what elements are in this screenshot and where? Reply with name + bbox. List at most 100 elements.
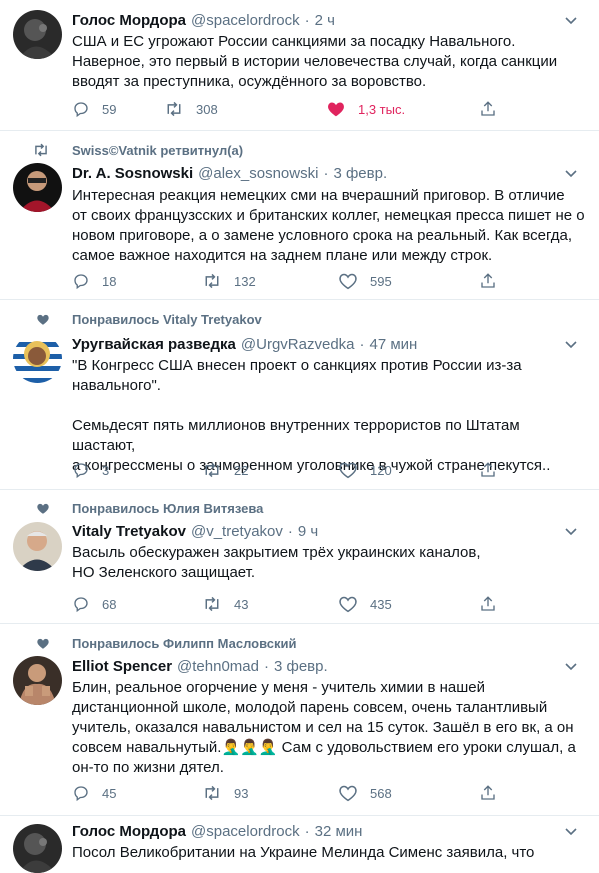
caret-down-icon[interactable] — [561, 656, 581, 676]
share-button[interactable] — [479, 270, 497, 292]
retweet-button[interactable]: 308 — [164, 98, 218, 120]
author-handle[interactable]: @tehn0mad — [177, 658, 259, 675]
retweet-button[interactable]: 93 — [202, 782, 248, 804]
reply-button[interactable]: 3 — [72, 459, 109, 481]
retweet-icon — [205, 596, 219, 612]
retweet-button[interactable]: 22 — [202, 459, 248, 481]
like-count: 568 — [370, 785, 392, 801]
like-button[interactable]: 595 — [338, 270, 392, 292]
avatar[interactable] — [13, 163, 62, 212]
reply-button[interactable]: 45 — [72, 782, 116, 804]
heart-icon — [339, 462, 357, 479]
author-handle[interactable]: @alex_sosnowski — [198, 165, 318, 182]
like-context: Понравилось Юлия Витязева — [28, 498, 263, 518]
like-count: 1,3 тыс. — [358, 101, 406, 117]
tweet-actions: 18 132 595 — [72, 270, 585, 292]
heart-filled-icon — [328, 102, 344, 117]
author-name[interactable]: Голос Мордора — [72, 12, 186, 29]
tweet-actions: 3 22 120 — [72, 459, 585, 481]
reply-button[interactable]: 18 — [72, 270, 116, 292]
context-label[interactable]: Понравилось Vitaly Tretyakov — [72, 312, 262, 327]
separator-dot: · — [263, 657, 269, 675]
retweet-count: 22 — [234, 462, 249, 478]
like-button[interactable]: 1,3 тыс. — [326, 98, 405, 120]
caret-down-icon[interactable] — [561, 521, 581, 541]
tweet-6[interactable]: Голос Мордора @spacelordrock · 32 мин По… — [0, 816, 599, 873]
avatar[interactable] — [13, 656, 62, 705]
context-label[interactable]: Понравилось Юлия Витязева — [72, 501, 263, 516]
tweet-2[interactable]: Swiss©Vatnik ретвитнул(а) Dr. A. Sosnows… — [0, 131, 599, 300]
retweet-context: Swiss©Vatnik ретвитнул(а) — [28, 140, 243, 160]
avatar[interactable] — [13, 10, 62, 59]
avatar[interactable] — [13, 334, 62, 383]
author-handle[interactable]: @spacelordrock — [191, 823, 300, 840]
retweet-button[interactable]: 132 — [202, 270, 256, 292]
reply-count: 59 — [102, 101, 117, 117]
tweet-time[interactable]: 3 февр. — [274, 658, 328, 675]
separator-dot: · — [287, 522, 293, 540]
tweet-time[interactable]: 32 мин — [315, 823, 363, 840]
share-icon — [481, 101, 495, 116]
share-button[interactable] — [479, 593, 497, 615]
context-label[interactable]: Swiss©Vatnik ретвитнул(а) — [72, 143, 243, 158]
tweet-time[interactable]: 9 ч — [298, 523, 318, 540]
caret-down-icon[interactable] — [561, 821, 581, 841]
author-handle[interactable]: @UrgvRazvedka — [241, 336, 355, 353]
tweet-time[interactable]: 47 мин — [370, 336, 418, 353]
tweet-header: Elliot Spencer @tehn0mad · 3 февр. — [72, 656, 569, 676]
share-button[interactable] — [479, 98, 497, 120]
reply-button[interactable]: 59 — [72, 98, 116, 120]
retweet-icon — [167, 101, 181, 117]
heart-icon — [339, 273, 357, 290]
retweet-button[interactable]: 43 — [202, 593, 248, 615]
share-icon — [481, 785, 495, 800]
share-button[interactable] — [479, 782, 497, 804]
author-handle[interactable]: @spacelordrock — [191, 12, 300, 29]
tweet-header: Dr. A. Sosnowski @alex_sosnowski · 3 фев… — [72, 163, 569, 183]
caret-down-icon[interactable] — [561, 334, 581, 354]
retweet-icon — [205, 785, 219, 801]
tweet-time[interactable]: 2 ч — [315, 12, 335, 29]
retweet-icon — [205, 273, 219, 289]
like-count: 435 — [370, 596, 392, 612]
avatar[interactable] — [13, 824, 62, 873]
tweet-text: "В Конгресс США внесен проект о санкциях… — [72, 357, 551, 474]
tweet-4[interactable]: Понравилось Юлия Витязева Vitaly Tretyak… — [0, 490, 599, 624]
tweet-header: Vitaly Tretyakov @v_tretyakov · 9 ч — [72, 521, 569, 541]
like-count: 120 — [370, 462, 392, 478]
separator-dot: · — [304, 11, 310, 29]
caret-down-icon[interactable] — [561, 163, 581, 183]
tweet-3[interactable]: Понравилось Vitaly Tretyakov Уругвайская… — [0, 300, 599, 490]
heart-filled-icon — [28, 502, 50, 515]
reply-button[interactable]: 68 — [72, 593, 116, 615]
author-name[interactable]: Уругвайская разведка — [72, 336, 236, 353]
tweet-text: Посол Великобритании на Украине Мелинда … — [72, 844, 535, 861]
like-context: Понравилось Vitaly Tretyakov — [28, 309, 262, 329]
author-name[interactable]: Elliot Spencer — [72, 658, 172, 675]
context-label[interactable]: Понравилось Филипп Масловский — [72, 636, 297, 651]
caret-down-icon[interactable] — [561, 10, 581, 30]
avatar[interactable] — [13, 522, 62, 571]
tweet-5[interactable]: Понравилось Филипп Масловский Elliot Spe… — [0, 624, 599, 816]
tweet-1[interactable]: Голос Мордора @spacelordrock · 2 ч США и… — [0, 0, 599, 131]
like-count: 595 — [370, 273, 392, 289]
tweet-header: Голос Мордора @spacelordrock · 2 ч — [72, 10, 569, 30]
reply-count: 18 — [102, 273, 117, 289]
tweet-actions: 45 93 568 — [72, 782, 585, 804]
share-button[interactable] — [479, 459, 497, 481]
tweet-time[interactable]: 3 февр. — [333, 165, 387, 182]
heart-icon — [339, 785, 357, 802]
heart-filled-icon — [28, 637, 50, 650]
like-button[interactable]: 120 — [338, 459, 392, 481]
author-name[interactable]: Dr. A. Sosnowski — [72, 165, 193, 182]
retweet-count: 93 — [234, 785, 249, 801]
author-name[interactable]: Vitaly Tretyakov — [72, 523, 186, 540]
retweet-count: 43 — [234, 596, 249, 612]
tweet-text: Блин, реальное огорчение у меня - учител… — [72, 679, 576, 776]
tweet-header: Голос Мордора @spacelordrock · 32 мин — [72, 821, 569, 841]
author-handle[interactable]: @v_tretyakov — [191, 523, 283, 540]
like-button[interactable]: 435 — [338, 593, 392, 615]
reply-count: 68 — [102, 596, 117, 612]
author-name[interactable]: Голос Мордора — [72, 823, 186, 840]
like-button[interactable]: 568 — [338, 782, 392, 804]
